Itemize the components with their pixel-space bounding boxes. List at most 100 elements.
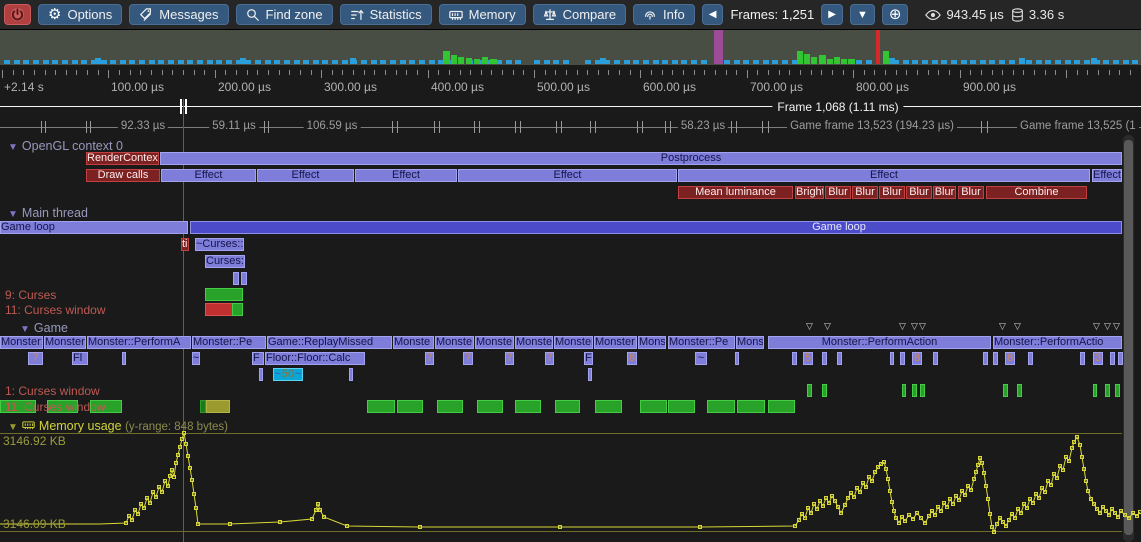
message-marker-icon[interactable]: ▽ <box>1093 322 1100 331</box>
zone-bar[interactable] <box>205 303 233 316</box>
zone-bar[interactable] <box>900 352 905 365</box>
zone-bar[interactable]: Fl <box>72 352 88 365</box>
message-marker-icon[interactable]: ▽ <box>911 322 918 331</box>
zone-bar[interactable] <box>668 400 695 413</box>
zone-bar[interactable] <box>920 384 925 397</box>
zone-bar[interactable]: RenderContext <box>86 152 159 165</box>
frame-separator-label[interactable]: Game frame 13,525 (1 <box>1017 120 1139 132</box>
message-marker-icon[interactable]: ▽ <box>824 322 831 331</box>
zone-bar[interactable] <box>206 400 230 413</box>
frame-separator-label[interactable]: 59.11 µs <box>209 120 259 132</box>
zone-bar[interactable] <box>349 368 353 381</box>
zone-bar[interactable]: 8 <box>912 352 922 365</box>
zone-bar[interactable] <box>735 352 739 365</box>
zone-bar[interactable] <box>259 368 263 381</box>
zone-bar[interactable] <box>1118 352 1123 365</box>
message-marker-icon[interactable]: ▽ <box>1104 322 1111 331</box>
zone-bar[interactable]: ~50~ <box>273 368 303 381</box>
messages-button[interactable]: Messages <box>129 4 228 25</box>
prev-frame-button[interactable]: ◀ <box>702 4 724 25</box>
zone-bar[interactable] <box>233 272 239 285</box>
zone-bar[interactable] <box>1003 384 1008 397</box>
power-button[interactable] <box>4 4 31 25</box>
statistics-button[interactable]: Statistics <box>340 4 432 25</box>
zone-bar[interactable]: Effect <box>257 169 354 182</box>
zone-bar[interactable] <box>1105 384 1110 397</box>
zone-bar[interactable] <box>1093 384 1097 397</box>
zone-bar[interactable] <box>837 352 842 365</box>
zone-bar[interactable]: Monster <box>554 336 593 349</box>
zone-bar[interactable] <box>993 352 998 365</box>
zone-bar[interactable]: Effect <box>678 169 1090 182</box>
zone-bar[interactable] <box>933 352 938 365</box>
zone-bar[interactable]: Draw calls <box>86 169 160 182</box>
zone-bar[interactable] <box>477 400 503 413</box>
memory-button[interactable]: Memory <box>439 4 526 25</box>
collapse-triangle-icon[interactable]: ▼ <box>8 209 18 220</box>
message-marker-icon[interactable]: ▽ <box>1113 322 1120 331</box>
zone-bar[interactable]: Monster::Pe <box>0 336 43 349</box>
next-frame-button[interactable]: ▶ <box>821 4 843 25</box>
zone-bar[interactable]: F <box>252 352 264 365</box>
zone-bar[interactable]: Postprocess <box>160 152 1122 165</box>
zone-bar[interactable] <box>1110 352 1115 365</box>
zone-bar[interactable]: Blur <box>933 186 956 199</box>
zone-bar[interactable] <box>437 400 463 413</box>
options-button[interactable]: ⚙Options <box>38 4 122 25</box>
zone-bar[interactable] <box>1115 384 1120 397</box>
zone-bar[interactable] <box>515 400 541 413</box>
zone-bar[interactable] <box>807 384 812 397</box>
zone-bar[interactable]: ~Curses:: <box>195 238 244 251</box>
zone-bar[interactable] <box>122 352 126 365</box>
zone-bar[interactable]: Floor::Floor::Calc <box>265 352 365 365</box>
frame-time-graph[interactable] <box>0 30 1141 65</box>
zone-bar[interactable] <box>397 400 423 413</box>
zone-bar[interactable]: F <box>584 352 593 365</box>
zone-bar[interactable]: Monste <box>435 336 474 349</box>
zone-bar[interactable]: Monster::Pe <box>192 336 266 349</box>
message-marker-icon[interactable]: ▽ <box>919 322 926 331</box>
zone-bar[interactable]: Monster::PerformAction <box>768 336 991 349</box>
message-marker-icon[interactable]: ▽ <box>806 322 813 331</box>
zone-bar[interactable] <box>241 272 247 285</box>
zone-bar[interactable]: Effect <box>1092 169 1122 182</box>
zone-bar[interactable] <box>768 400 795 413</box>
info-button[interactable]: Info <box>633 4 695 25</box>
zone-bar[interactable]: Mean luminance <box>678 186 793 199</box>
zone-bar[interactable] <box>588 368 592 381</box>
zone-bar[interactable] <box>232 303 243 316</box>
section-header-opengl[interactable]: ▼OpenGL context 0 <box>8 139 123 153</box>
zone-bar[interactable]: Bright <box>795 186 824 199</box>
zone-bar[interactable]: 7 <box>505 352 514 365</box>
zone-bar[interactable] <box>792 352 797 365</box>
zone-bar[interactable]: Mons <box>638 336 666 349</box>
zone-bar[interactable] <box>707 400 735 413</box>
zone-bar[interactable]: 7 <box>425 352 434 365</box>
memory-usage-chart[interactable] <box>0 425 1141 542</box>
zone-bar[interactable] <box>912 384 917 397</box>
zone-bar[interactable] <box>822 384 827 397</box>
zone-bar[interactable]: Game loop <box>190 221 1122 234</box>
zone-bar[interactable]: Curses: <box>205 255 245 268</box>
frame-range-handle[interactable] <box>185 99 187 114</box>
find-zone-button[interactable]: Find zone <box>236 4 333 25</box>
zone-bar[interactable] <box>205 288 243 301</box>
frame-separator-label[interactable]: Game frame 13,523 (194.23 µs) <box>787 120 957 132</box>
zone-bar[interactable]: 7 <box>28 352 43 365</box>
zone-bar[interactable]: Blur <box>852 186 878 199</box>
zone-bar[interactable]: Game loop <box>0 221 188 234</box>
zone-bar[interactable]: Monster::Pe <box>44 336 86 349</box>
zone-bar[interactable]: ti <box>181 238 189 251</box>
zone-bar[interactable] <box>555 400 580 413</box>
zone-bar[interactable]: ~ <box>695 352 707 365</box>
zone-bar[interactable]: 5 <box>803 352 813 365</box>
zone-bar[interactable]: Monster::Pe <box>668 336 735 349</box>
message-marker-icon[interactable]: ▽ <box>999 322 1006 331</box>
zone-bar[interactable]: Combine <box>986 186 1087 199</box>
zone-bar[interactable]: Monste <box>475 336 514 349</box>
zone-bar[interactable]: Mons <box>736 336 764 349</box>
zone-bar[interactable] <box>890 352 894 365</box>
zone-bar[interactable]: 3 <box>1093 352 1103 365</box>
zone-bar[interactable] <box>1017 384 1022 397</box>
zone-bar[interactable]: Monster::PerformA <box>87 336 191 349</box>
